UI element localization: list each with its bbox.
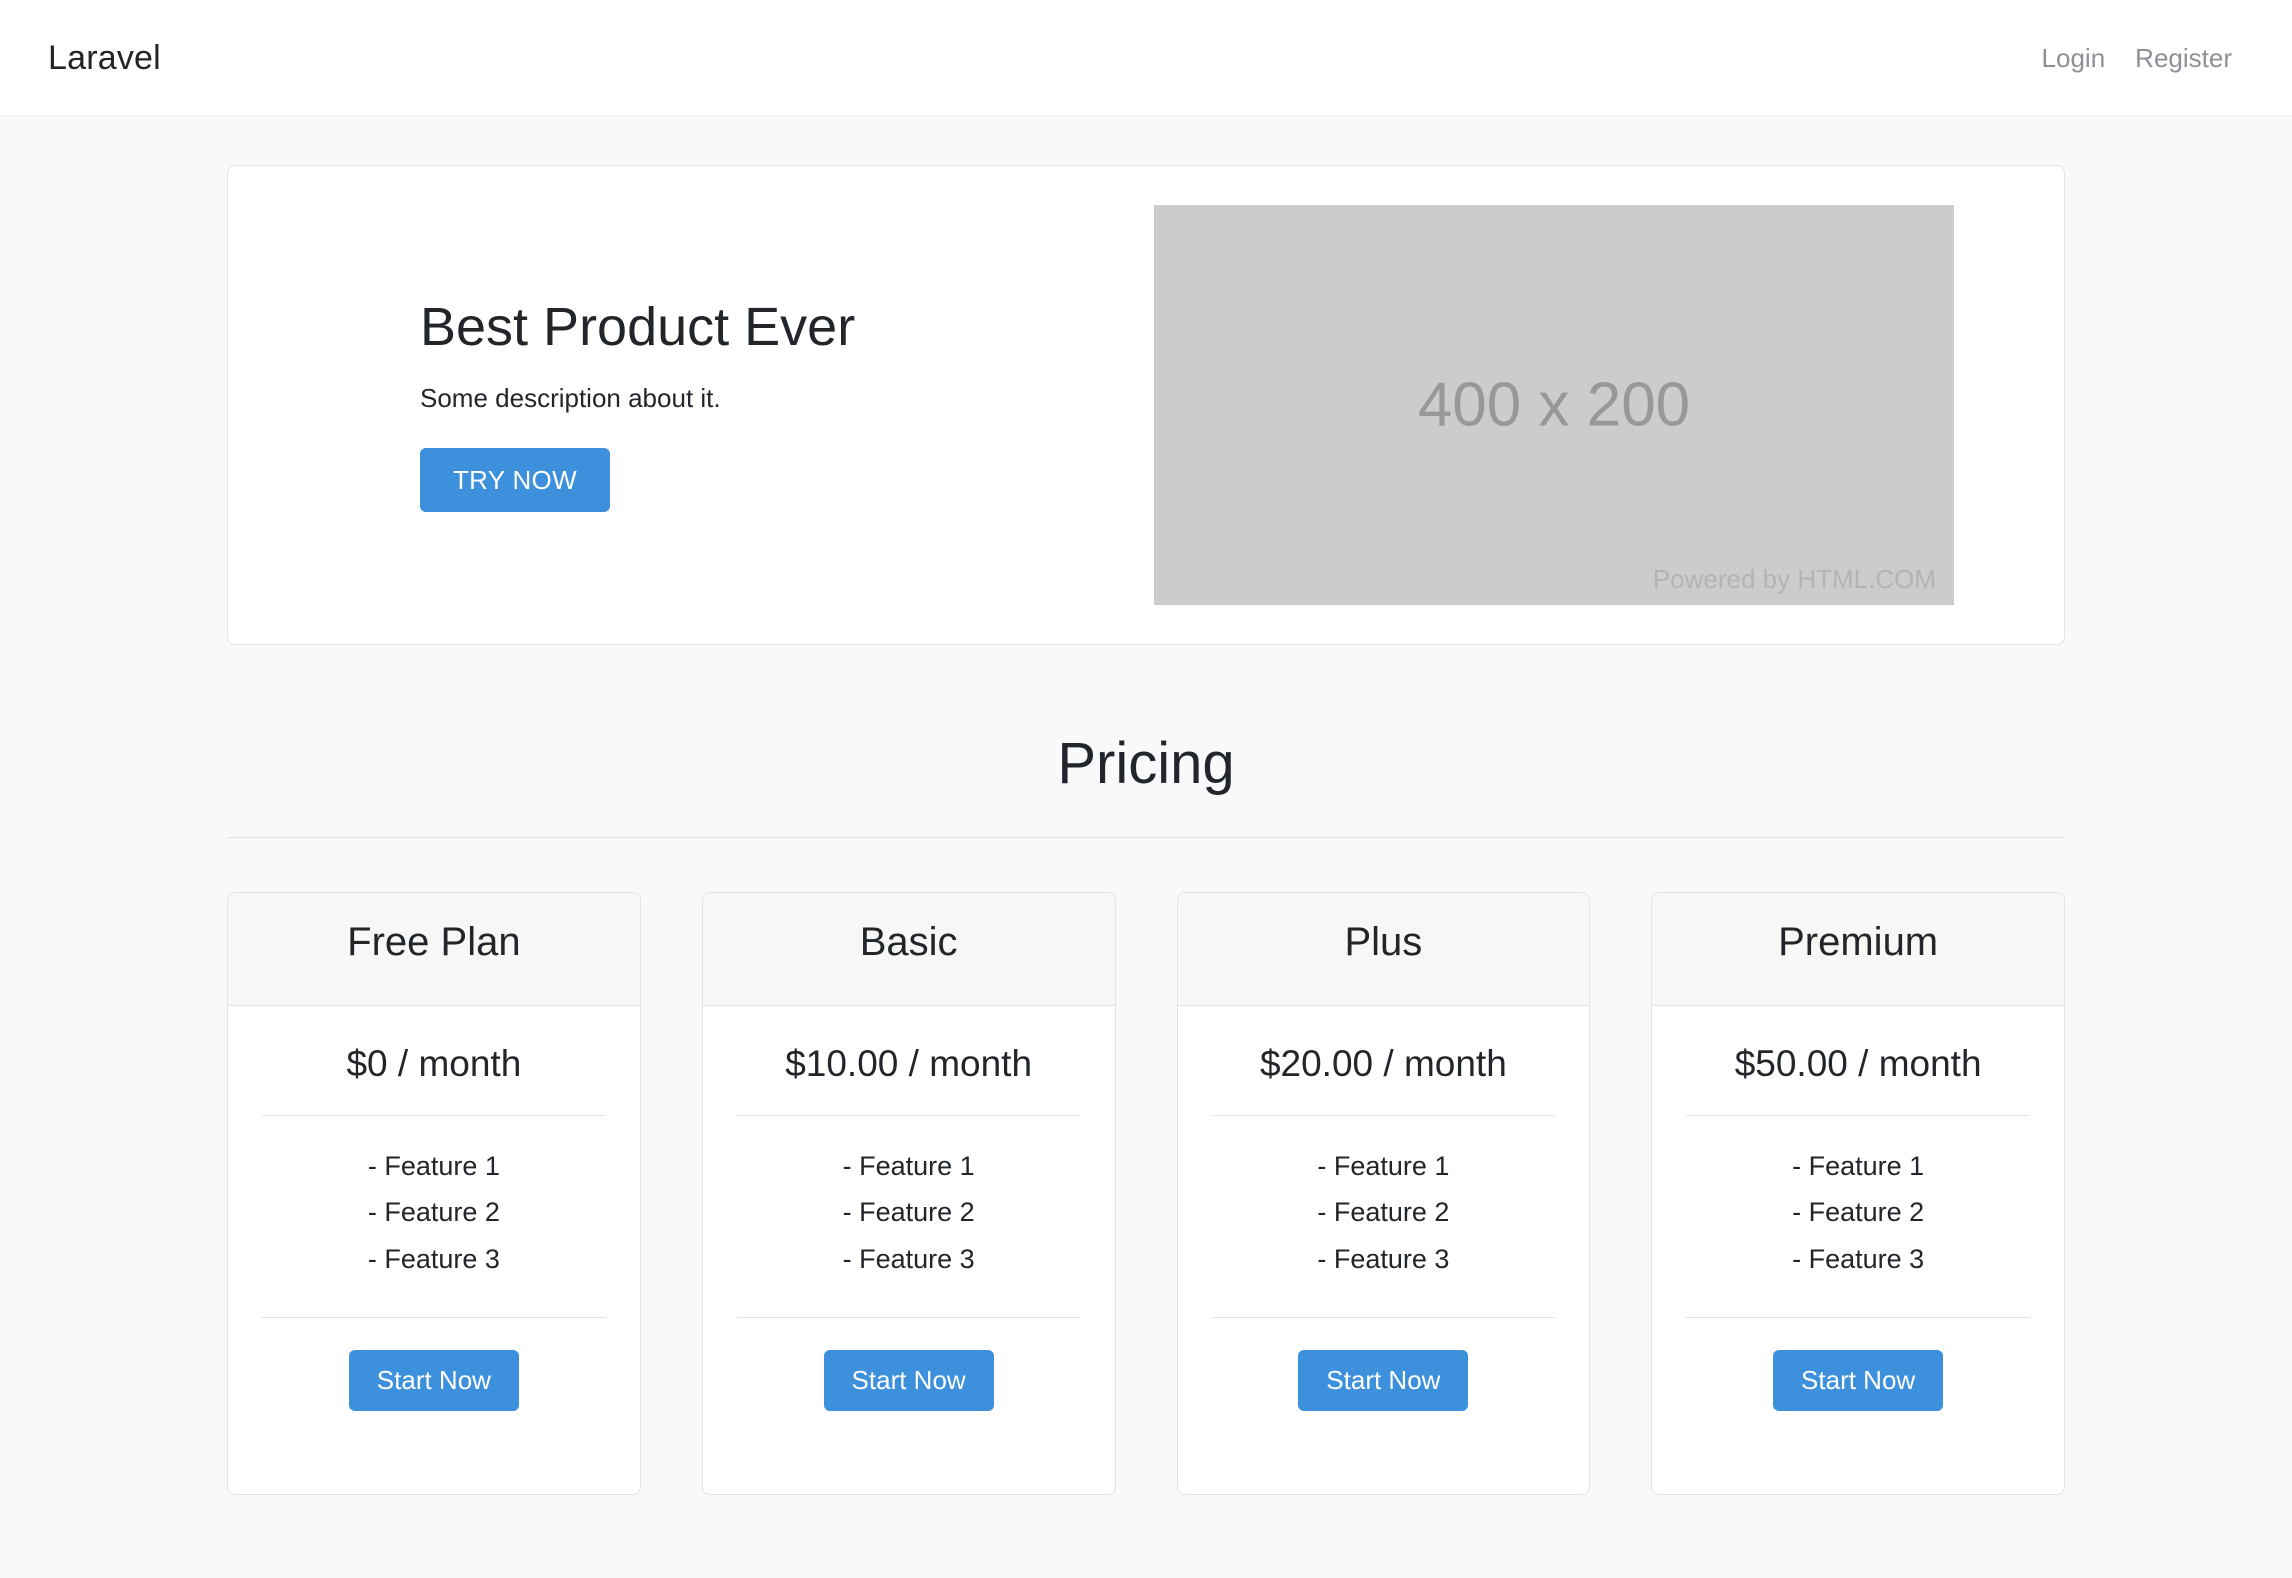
plan-feature-item: - Feature 1: [367, 1150, 500, 1181]
start-now-button[interactable]: Start Now: [823, 1350, 994, 1411]
pricing-card-header: Basic: [702, 892, 1115, 1006]
register-link[interactable]: Register: [2135, 45, 2232, 71]
pricing-card-body: $20.00 / month - Feature 1 - Feature 2 -…: [1178, 1006, 1590, 1494]
plan-divider-top: [1211, 1114, 1556, 1116]
plan-title: Free Plan: [347, 919, 521, 964]
pricing-card-plus: Plus $20.00 / month - Feature 1 - Featur…: [1176, 891, 1591, 1495]
start-now-button[interactable]: Start Now: [1773, 1350, 1944, 1411]
plan-feature-list: - Feature 1 - Feature 2 - Feature 3: [1686, 1150, 2030, 1289]
hero-image-column: 400 x 200 Powered by HTML.COM: [1146, 205, 2064, 605]
pricing-card-body: $10.00 / month - Feature 1 - Feature 2 -…: [703, 1006, 1115, 1494]
plan-feature-item: - Feature 2: [367, 1197, 500, 1228]
pricing-card-row: Free Plan $0 / month - Feature 1 - Featu…: [227, 891, 2065, 1495]
pricing-card-free-plan: Free Plan $0 / month - Feature 1 - Featu…: [227, 891, 641, 1495]
plan-price: $20.00 / month: [1259, 1042, 1507, 1084]
pricing-card-premium: Premium $50.00 / month - Feature 1 - Fea…: [1651, 891, 2065, 1495]
plan-title: Basic: [859, 919, 958, 964]
plan-feature-item: - Feature 3: [842, 1243, 975, 1274]
pricing-heading: Pricing: [1057, 731, 1235, 796]
pricing-card-header: Free Plan: [228, 892, 640, 1006]
plan-title: Plus: [1344, 919, 1423, 964]
start-now-button[interactable]: Start Now: [1298, 1350, 1469, 1411]
plan-feature-list: - Feature 1 - Feature 2 - Feature 3: [262, 1150, 606, 1289]
hero-card: Best Product Ever Some description about…: [227, 165, 2065, 645]
login-link[interactable]: Login: [2042, 45, 2106, 71]
plan-price: $50.00 / month: [1734, 1042, 1982, 1084]
pricing-divider: [227, 836, 2065, 838]
plan-feature-item: - Feature 3: [1792, 1243, 1925, 1274]
page-container: Best Product Ever Some description about…: [227, 115, 2065, 1495]
plan-feature-item: - Feature 2: [1317, 1197, 1450, 1228]
top-navbar: Laravel Login Register: [0, 0, 2292, 115]
plan-price: $10.00 / month: [785, 1042, 1033, 1084]
plan-divider-bottom: [262, 1317, 606, 1319]
placeholder-dimensions-label: 400 x 200: [1417, 370, 1691, 440]
try-now-button[interactable]: TRY NOW: [420, 448, 610, 513]
plan-feature-item: - Feature 1: [842, 1150, 975, 1181]
plan-divider-bottom: [1211, 1317, 1556, 1319]
hero-description: Some description about it.: [420, 383, 721, 414]
navbar-links: Login Register: [2042, 45, 2244, 71]
placeholder-credit-label: Powered by HTML.COM: [1652, 564, 1936, 594]
plan-divider-bottom: [736, 1317, 1081, 1319]
pricing-card-body: $0 / month - Feature 1 - Feature 2 - Fea…: [228, 1006, 640, 1494]
plan-feature-item: - Feature 2: [1792, 1197, 1925, 1228]
hero-title: Best Product Ever: [420, 296, 856, 357]
plan-feature-item: - Feature 3: [367, 1243, 500, 1274]
placeholder-image: 400 x 200 Powered by HTML.COM: [1154, 205, 1954, 605]
plan-divider-top: [1686, 1114, 2030, 1116]
hero-text-column: Best Product Ever Some description about…: [228, 296, 1146, 513]
plan-divider-bottom: [1686, 1317, 2030, 1319]
pricing-card-header: Premium: [1652, 892, 2064, 1006]
plan-price: $0 / month: [346, 1042, 522, 1084]
plan-feature-item: - Feature 3: [1317, 1243, 1450, 1274]
plan-feature-item: - Feature 1: [1317, 1150, 1450, 1181]
plan-feature-list: - Feature 1 - Feature 2 - Feature 3: [737, 1150, 1081, 1289]
pricing-card-body: $50.00 / month - Feature 1 - Feature 2 -…: [1652, 1006, 2064, 1494]
plan-divider-top: [262, 1114, 606, 1116]
plan-divider-top: [736, 1114, 1081, 1116]
start-now-button[interactable]: Start Now: [348, 1350, 519, 1411]
pricing-card-basic: Basic $10.00 / month - Feature 1 - Featu…: [701, 891, 1116, 1495]
brand-logo-link[interactable]: Laravel: [48, 41, 161, 75]
plan-feature-item: - Feature 2: [842, 1197, 975, 1228]
plan-feature-item: - Feature 1: [1792, 1150, 1925, 1181]
pricing-card-header: Plus: [1177, 892, 1590, 1006]
plan-title: Premium: [1778, 919, 1939, 964]
plan-feature-list: - Feature 1 - Feature 2 - Feature 3: [1212, 1150, 1556, 1289]
